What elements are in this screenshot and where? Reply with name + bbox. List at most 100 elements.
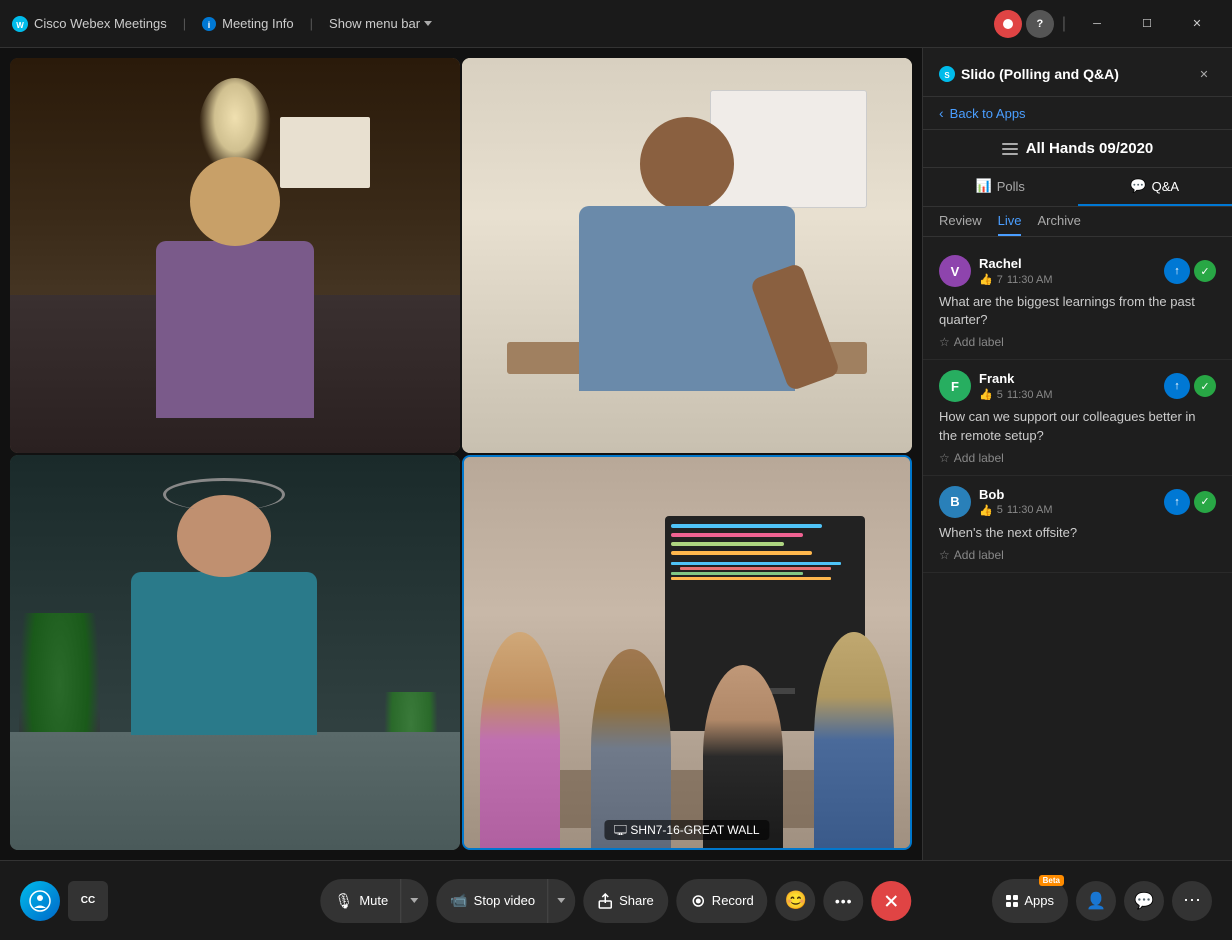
panel-close-btn[interactable]: ✕ [1192,62,1216,86]
tab-qa[interactable]: 💬 Q&A [1078,168,1232,206]
captions-btn[interactable]: CC [68,881,108,921]
add-label-text-2: Add label [954,451,1004,465]
separator1: | [183,16,186,31]
panel-title: S Slido (Polling and Q&A) [939,66,1119,82]
qa-question-3: When's the next offsite? [939,524,1216,542]
add-label-text-1: Add label [954,335,1004,349]
video-cell-1 [10,58,460,453]
vote-count-1: 7 [997,274,1003,286]
qa-time-1: 11:30 AM [1007,274,1053,286]
video-btn-group: 📹 Stop video [436,879,575,923]
meeting-name: All Hands 09/2020 [1026,140,1154,157]
meeting-info-label: Meeting Info [222,16,294,31]
add-label-btn-1[interactable]: ☆ Add label [939,335,1216,349]
chat-icon: 💬 [1134,891,1154,911]
overflow-icon: ⋯ [1183,890,1201,911]
meeting-info-icon: i [202,17,216,31]
record-indicator [994,10,1022,38]
add-label-btn-3[interactable]: ☆ Add label [939,548,1216,562]
side-panel: S Slido (Polling and Q&A) ✕ ‹ Back to Ap… [922,48,1232,860]
record-dot-icon [1003,19,1013,29]
qa-avatar-1: V [939,255,971,287]
qa-name-1: Rachel [979,256,1164,271]
webex-logo-icon: W [12,16,28,32]
check-btn-1[interactable]: ✓ [1194,260,1216,282]
vote-count-2: 5 [997,389,1003,401]
meeting-info-btn[interactable]: i Meeting Info [202,16,294,31]
subtab-live[interactable]: Live [998,213,1022,236]
share-btn[interactable]: Share [583,879,668,923]
video-cell-4: SHN7-16-GREAT WALL [462,455,912,850]
back-to-apps-btn[interactable]: ‹ Back to Apps [923,97,1232,130]
subtab-archive[interactable]: Archive [1037,213,1080,236]
qa-question-1: What are the biggest learnings from the … [939,293,1216,329]
check-icon-1: ✓ [1200,265,1209,278]
stop-video-btn[interactable]: 📹 Stop video [436,879,547,923]
check-btn-3[interactable]: ✓ [1194,491,1216,513]
upvote-btn-2[interactable]: ↑ [1164,373,1190,399]
qa-avatar-2: F [939,370,971,402]
webex-assistant-icon [29,890,51,912]
record-icon [690,893,706,909]
qa-actions-2: ↑ ✓ [1164,373,1216,399]
add-label-btn-2[interactable]: ☆ Add label [939,451,1216,465]
qa-name-time-3: Bob 👍 5 11:30 AM [979,487,1164,517]
panel-subtabs: Review Live Archive [923,207,1232,237]
help-icon-btn[interactable]: ? [1026,10,1054,38]
tab-polls[interactable]: 📊 Polls [923,168,1078,206]
chat-btn[interactable]: 💬 [1124,881,1164,921]
qa-actions-1: ↑ ✓ [1164,258,1216,284]
hamburger-line1 [1002,143,1018,145]
check-icon-2: ✓ [1200,380,1209,393]
titlebar-right: ? | ─ ☐ ✕ [994,8,1220,40]
show-menu-btn[interactable]: Show menu bar [329,16,432,31]
polls-icon: 📊 [976,178,992,194]
toolbar-center: 🎙 Mute 📹 Stop video [320,879,911,923]
titlebar: W Cisco Webex Meetings | i Meeting Info … [0,0,1232,48]
qa-meta-3: 👍 5 11:30 AM [979,504,1164,517]
thumbs-up-icon-3: 👍 [979,504,993,517]
mic-icon: 🎙 [334,892,353,910]
upvote-icon-2: ↑ [1174,380,1180,392]
mute-chevron-btn[interactable] [400,879,428,923]
minimize-btn[interactable]: ─ [1074,8,1120,40]
star-icon-1: ☆ [939,335,950,349]
people-icon: 👤 [1086,891,1106,911]
qa-label: Q&A [1152,179,1179,194]
more-btn[interactable]: ••• [824,881,864,921]
qa-name-time-2: Frank 👍 5 11:30 AM [979,371,1164,401]
close-btn[interactable]: ✕ [1174,8,1220,40]
beta-badge: Beta [1039,875,1064,886]
upvote-btn-1[interactable]: ↑ [1164,258,1190,284]
more-options-btn[interactable]: ⋯ [1172,881,1212,921]
share-icon [597,893,613,909]
qa-item-3: B Bob 👍 5 11:30 AM ↑ [923,476,1232,573]
end-call-icon [883,892,901,910]
svg-text:S: S [944,71,950,80]
end-call-btn[interactable] [872,881,912,921]
maximize-btn[interactable]: ☐ [1124,8,1170,40]
record-btn[interactable]: Record [676,879,768,923]
participants-btn[interactable]: 👤 [1076,881,1116,921]
video-chevron-btn[interactable] [547,879,575,923]
thumbs-up-icon-1: 👍 [979,273,993,286]
qa-item-2-header: F Frank 👍 5 11:30 AM ↑ [939,370,1216,402]
webex-assistant-btn[interactable] [20,881,60,921]
mute-btn[interactable]: 🎙 Mute [320,879,400,923]
video-cell-4-label: SHN7-16-GREAT WALL [604,820,769,840]
qa-meta-2: 👍 5 11:30 AM [979,388,1164,401]
qa-icon: 💬 [1130,178,1146,194]
slido-icon: S [939,66,955,82]
check-icon-3: ✓ [1200,495,1209,508]
vote-count-3: 5 [997,504,1003,516]
reactions-btn[interactable]: 😊 [776,881,816,921]
qa-time-2: 11:30 AM [1007,389,1053,401]
add-label-text-3: Add label [954,548,1004,562]
subtab-review[interactable]: Review [939,213,982,236]
check-btn-2[interactable]: ✓ [1194,375,1216,397]
video-grid: SHN7-16-GREAT WALL [0,48,922,860]
hamburger-menu-btn[interactable] [1002,143,1018,155]
upvote-btn-3[interactable]: ↑ [1164,489,1190,515]
apps-btn[interactable]: Apps Beta [992,879,1068,923]
separator2: | [310,16,313,31]
